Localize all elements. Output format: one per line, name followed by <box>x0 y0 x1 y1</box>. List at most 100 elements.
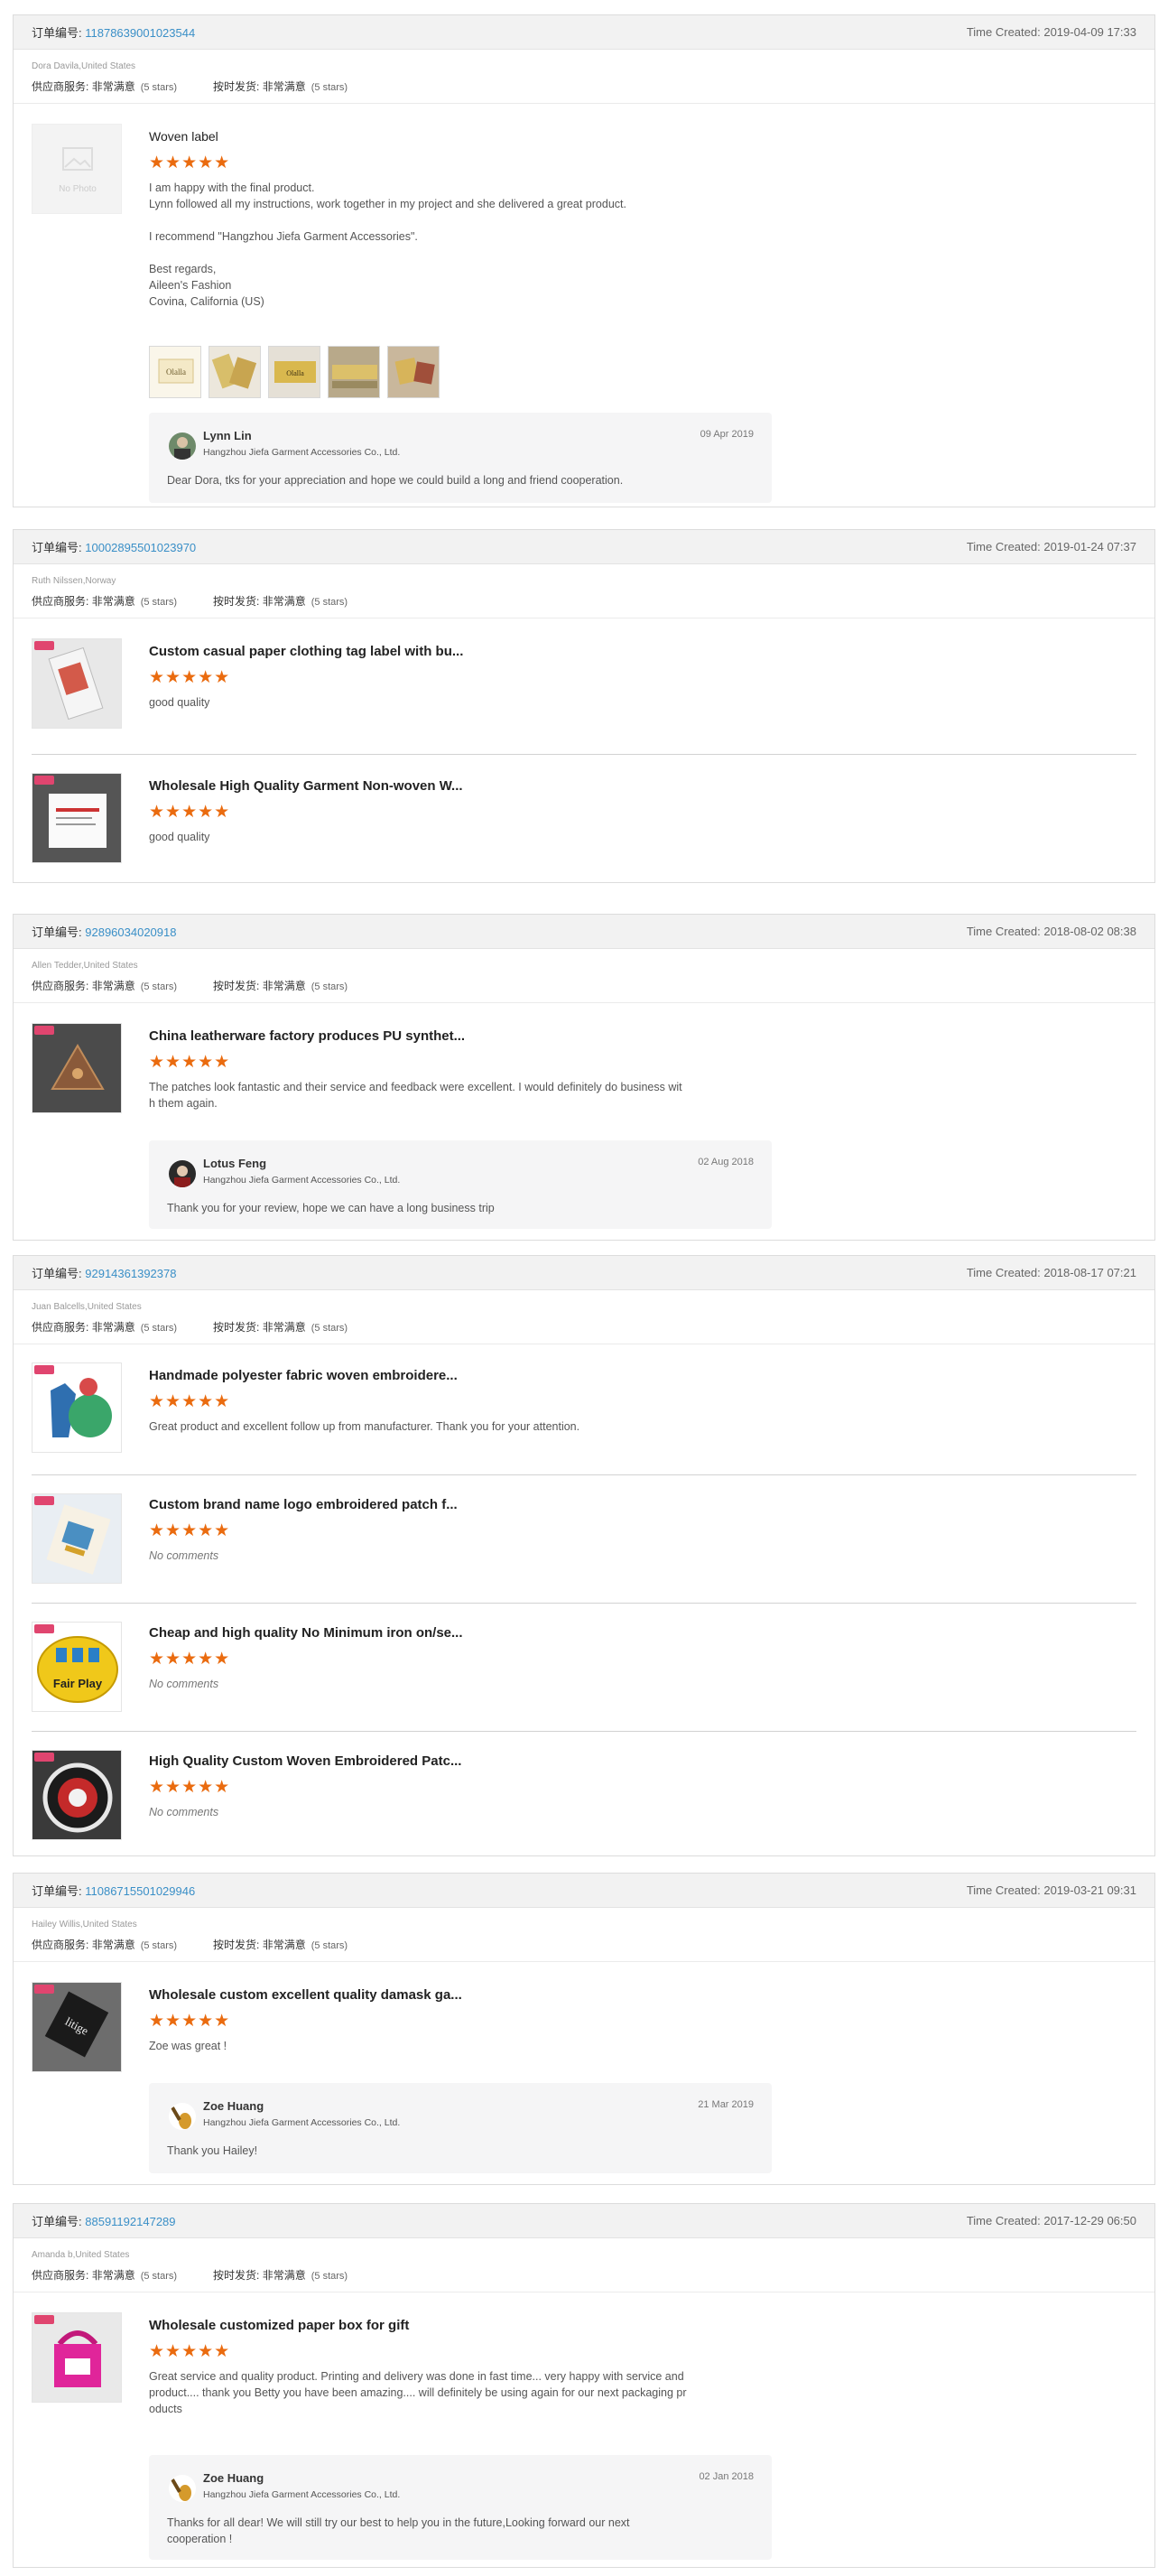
damask-label-photo: litige <box>44 1991 109 2058</box>
gift-box-photo <box>54 2330 101 2387</box>
product-image[interactable]: litige <box>32 1982 122 2072</box>
product-image[interactable] <box>32 1750 122 1840</box>
order-number-link[interactable]: 92896034020918 <box>85 925 176 939</box>
supplier-service-label: 供应商服务: <box>32 980 89 992</box>
supplier-service-value: 非常满意 <box>91 980 135 992</box>
review-comment: No comments <box>149 1806 219 1818</box>
review-comment: good quality <box>149 696 210 709</box>
product-title[interactable]: High Quality Custom Woven Embroidered Pa… <box>149 1753 461 1769</box>
woven-label-photo <box>329 347 379 397</box>
order-no-label: 订单编号: <box>32 925 82 939</box>
order-header: 订单编号: 92896034020918 Time Created: 2018-… <box>14 915 1154 949</box>
product-image[interactable] <box>32 773 122 863</box>
brand-tag-icon <box>34 1365 54 1374</box>
time-created-label: Time Created: <box>966 25 1041 39</box>
woven-label-photo <box>209 347 260 397</box>
review-photo-thumb[interactable]: Olalla <box>268 346 320 398</box>
on-time-label: 按时发货: <box>213 595 260 608</box>
product-title[interactable]: Handmade polyester fabric woven embroide… <box>149 1368 458 1383</box>
svg-text:Olalla: Olalla <box>286 369 304 377</box>
reply-date: 21 Mar 2019 <box>698 2099 754 2110</box>
supplier-service-stars: (5 stars) <box>140 1940 178 1951</box>
on-time-value: 非常满意 <box>262 2269 306 2282</box>
review-comment: good quality <box>149 831 210 843</box>
on-time-stars: (5 stars) <box>311 597 348 608</box>
review-item: Custom brand name logo embroidered patch… <box>32 1474 1136 1595</box>
woven-label-photo <box>388 347 439 397</box>
product-title[interactable]: Woven label <box>149 129 218 144</box>
fair-play-patch-photo: Fair Play <box>37 1636 118 1703</box>
order-card: 订单编号: 92896034020918 Time Created: 2018-… <box>13 914 1155 1241</box>
review-item: litige Wholesale custom excellent qualit… <box>32 1964 1136 2177</box>
review-item: High Quality Custom Woven Embroidered Pa… <box>32 1731 1136 1852</box>
rating-stars: ★★★★★ <box>149 1053 231 1072</box>
ratings-row: 供应商服务: 非常满意 (5 stars) 按时发货: 非常满意 (5 stars) <box>32 593 1136 609</box>
product-title[interactable]: Cheap and high quality No Minimum iron o… <box>149 1625 463 1641</box>
time-created-label: Time Created: <box>966 1883 1041 1897</box>
on-time-stars: (5 stars) <box>311 1940 348 1951</box>
review-photo-thumb[interactable]: Olalla <box>149 346 201 398</box>
product-image[interactable] <box>32 2312 122 2403</box>
supplier-service-stars: (5 stars) <box>140 597 178 608</box>
product-title[interactable]: Custom brand name logo embroidered patch… <box>149 1497 458 1512</box>
avatar <box>169 2103 196 2130</box>
reply-author: Zoe Huang <box>203 2099 264 2113</box>
buyer-info: Allen Tedder,United States 供应商服务: 非常满意 (5… <box>14 949 1154 1003</box>
order-card: 订单编号: 10002895501023970 Time Created: 20… <box>13 529 1155 883</box>
order-number-link[interactable]: 88591192147289 <box>85 2215 175 2228</box>
order-no-label: 订单编号: <box>32 1884 82 1898</box>
supplier-service-value: 非常满意 <box>91 2269 135 2282</box>
supplier-service-stars: (5 stars) <box>140 1323 178 1334</box>
product-image[interactable] <box>32 1362 122 1453</box>
product-image[interactable]: Fair Play <box>32 1622 122 1712</box>
product-title[interactable]: Wholesale High Quality Garment Non-woven… <box>149 778 463 794</box>
product-title[interactable]: China leatherware factory produces PU sy… <box>149 1028 465 1044</box>
brand-tag-icon <box>34 1496 54 1505</box>
supplier-service-label: 供应商服务: <box>32 1321 89 1334</box>
order-number-link[interactable]: 10002895501023970 <box>85 541 196 554</box>
brand-tag-icon <box>34 1753 54 1762</box>
review-photo-thumb[interactable] <box>328 346 380 398</box>
round-patch-photo <box>42 1762 113 1833</box>
product-title[interactable]: Wholesale customized paper box for gift <box>149 2318 409 2333</box>
product-title[interactable]: Wholesale custom excellent quality damas… <box>149 1987 462 2003</box>
time-created-value: 2019-01-24 07:37 <box>1043 540 1136 553</box>
supplier-service-stars: (5 stars) <box>140 82 178 93</box>
order-number-link[interactable]: 11086715501029946 <box>85 1884 195 1898</box>
supplier-reply: Lynn Lin Hangzhou Jiefa Garment Accessor… <box>149 413 772 503</box>
order-number-link[interactable]: 11878639001023544 <box>85 26 195 40</box>
ratings-row: 供应商服务: 非常满意 (5 stars) 按时发货: 非常满意 (5 stars) <box>32 1937 1136 1952</box>
avatar <box>169 1160 196 1187</box>
on-time-label: 按时发货: <box>213 80 260 93</box>
review-photo-thumb[interactable] <box>387 346 440 398</box>
buyer-name: Ruth Nilssen,Norway <box>32 576 116 586</box>
product-image[interactable] <box>32 638 122 729</box>
product-title[interactable]: Custom casual paper clothing tag label w… <box>149 644 463 659</box>
avatar <box>169 2475 196 2502</box>
order-number-link[interactable]: 92914361392378 <box>85 1267 176 1280</box>
product-image[interactable] <box>32 1023 122 1113</box>
order-card: 订单编号: 11086715501029946 Time Created: 20… <box>13 1873 1155 2185</box>
order-card: 订单编号: 88591192147289 Time Created: 2017-… <box>13 2203 1155 2568</box>
no-photo-text: No Photo <box>59 184 97 194</box>
svg-text:Olalla: Olalla <box>166 367 186 377</box>
supplier-service-label: 供应商服务: <box>32 595 89 608</box>
order-no-label: 订单编号: <box>32 1267 82 1280</box>
nonwoven-label-photo <box>49 794 107 848</box>
supplier-service-value: 非常满意 <box>91 1321 135 1334</box>
review-item: Custom casual paper clothing tag label w… <box>32 620 1136 747</box>
review-comment: Great product and excellent follow up fr… <box>149 1420 580 1433</box>
rating-stars: ★★★★★ <box>149 2012 231 2031</box>
order-header: 订单编号: 11086715501029946 Time Created: 20… <box>14 1874 1154 1908</box>
rating-stars: ★★★★★ <box>149 668 231 687</box>
review-comment: I am happy with the final product. Lynn … <box>149 181 626 308</box>
reply-company: Hangzhou Jiefa Garment Accessories Co., … <box>203 447 401 458</box>
product-image[interactable] <box>32 1493 122 1584</box>
order-card: 订单编号: 92914361392378 Time Created: 2018-… <box>13 1255 1155 1856</box>
reply-date: 02 Jan 2018 <box>699 2471 754 2482</box>
review-photo-thumb[interactable] <box>209 346 261 398</box>
supplier-service-value: 非常满意 <box>91 595 135 608</box>
reply-text: Thank you for your review, hope we can h… <box>167 1202 495 1214</box>
reply-company: Hangzhou Jiefa Garment Accessories Co., … <box>203 2489 401 2500</box>
no-photo-placeholder: No Photo <box>32 124 122 214</box>
